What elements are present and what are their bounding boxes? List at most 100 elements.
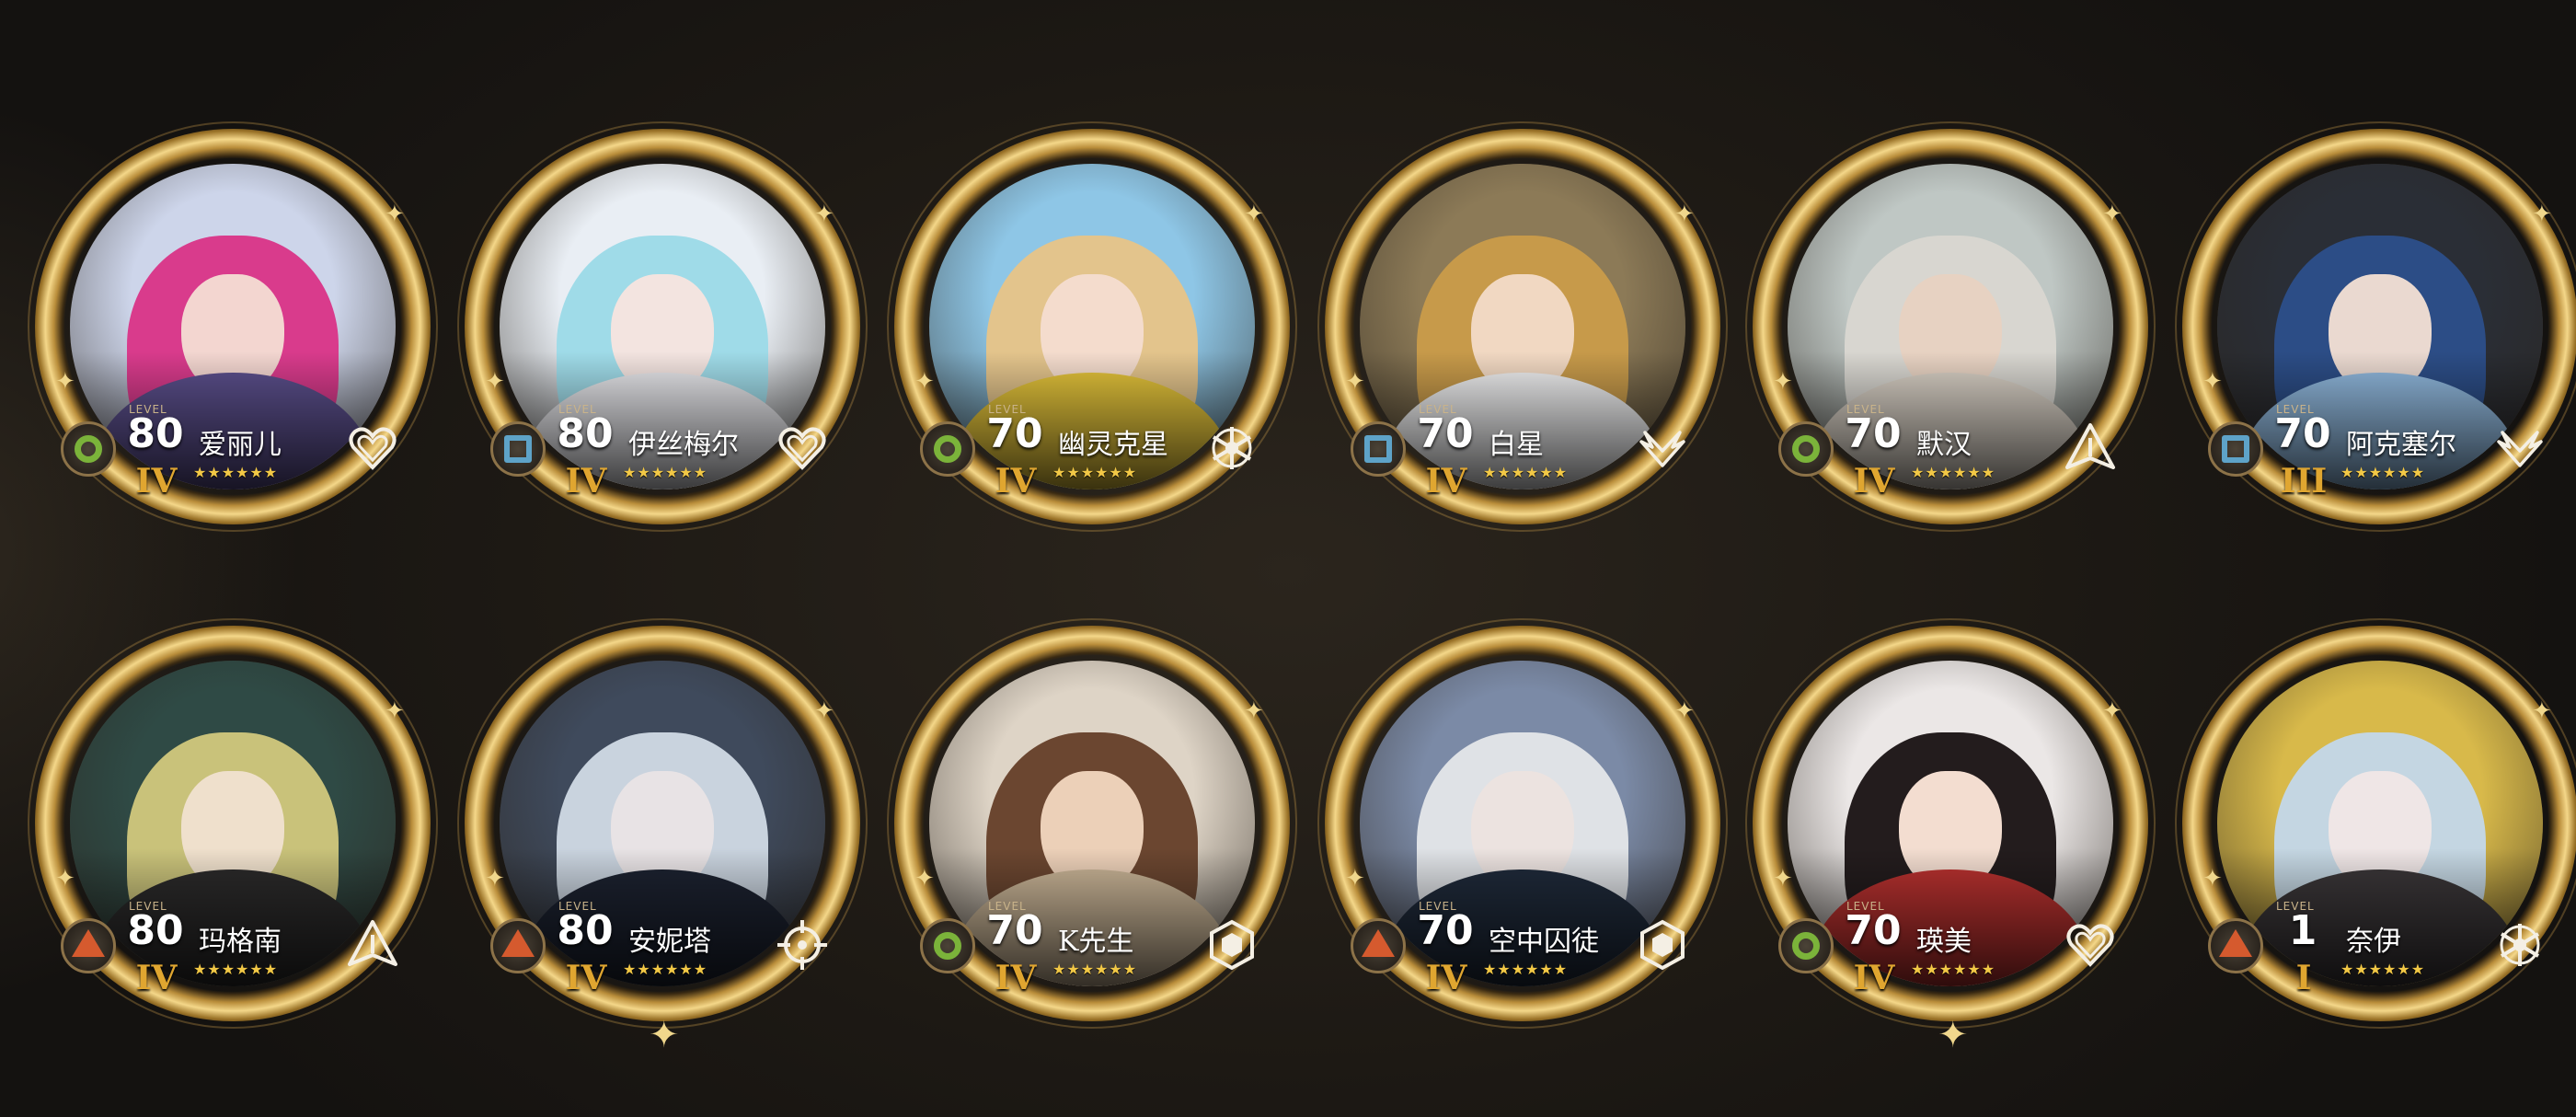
character-rank: IV (565, 462, 607, 501)
sparkle-icon: ✦ (649, 1014, 680, 1056)
character-level: 80 (557, 907, 614, 954)
green-circle-icon (1778, 421, 1834, 477)
star-rating: ★★★★★★ (1052, 961, 1138, 978)
character-rank: IV (1425, 462, 1467, 501)
green-circle-icon (920, 918, 975, 973)
character-level: 1 (2288, 907, 2317, 954)
sparkle-icon: ✦ (2102, 697, 2122, 725)
character-card[interactable]: ✦ ✦ LEVEL 70 空中囚徒 IV ★★★★★★ (1317, 618, 1728, 1029)
green-circle-icon (1778, 918, 1834, 973)
character-name: 幽灵克星 (1058, 429, 1168, 461)
sparkle-icon: ✦ (1938, 1014, 1969, 1056)
character-rank: IV (995, 959, 1037, 997)
sparkle-icon: ✦ (55, 865, 75, 892)
star-rating: ★★★★★★ (623, 961, 708, 978)
character-name: K先生 (1058, 926, 1134, 958)
star-rating: ★★★★★★ (1483, 464, 1569, 481)
sparkle-icon: ✦ (1345, 368, 1365, 396)
character-name: 阿克塞尔 (2346, 429, 2456, 461)
blue-square-icon (490, 421, 546, 477)
hexagon-emblem-icon (1634, 916, 1691, 973)
character-card[interactable]: ✦ ✦ LEVEL 1 奈伊 I ★★★★★★ (2175, 618, 2576, 1029)
sparkle-icon: ✦ (55, 368, 75, 396)
character-card[interactable]: ✦ ✦ LEVEL 70 白星 IV ★★★★★★ (1317, 121, 1728, 532)
star-rating: ★★★★★★ (1911, 961, 1996, 978)
character-card[interactable]: ✦ ✦ LEVEL 80 安妮塔 IV ★★★★★★ (457, 618, 868, 1029)
character-name: 空中囚徒 (1489, 926, 1599, 958)
character-card[interactable]: ✦ ✦ LEVEL 70 K先生 IV ★★★★★★ (887, 618, 1297, 1029)
snowflake-emblem-icon (1203, 420, 1260, 477)
character-level: 70 (1845, 410, 1902, 457)
character-card[interactable]: ✦ ✦ LEVEL 70 幽灵克星 IV ★★★★★★ (887, 121, 1297, 532)
character-name: 白星 (1489, 429, 1544, 461)
character-level: 70 (2274, 410, 2331, 457)
sparkle-icon: ✦ (814, 201, 834, 228)
star-rating: ★★★★★★ (623, 464, 708, 481)
character-level: 70 (986, 907, 1043, 954)
character-rank: IV (565, 959, 607, 997)
arrowhead-emblem-icon (2062, 420, 2119, 477)
character-rank: I (2295, 959, 2312, 997)
character-roster-grid: ✦ ✦ LEVEL 80 爱丽儿 IV ★★★★★★ ✦ ✦ LEVEL 80 伊丝梅尔 IV ★★★★★… (0, 0, 2576, 1117)
sparkle-icon: ✦ (1345, 865, 1365, 892)
sparkle-icon: ✦ (1773, 865, 1793, 892)
character-rank: III (2280, 462, 2328, 501)
star-rating: ★★★★★★ (193, 464, 279, 481)
sparkle-icon: ✦ (385, 201, 405, 228)
sparkle-icon: ✦ (385, 697, 405, 725)
heart-emblem-icon (2062, 916, 2119, 973)
sparkle-icon: ✦ (2202, 865, 2223, 892)
character-rank: IV (1853, 462, 1895, 501)
star-rating: ★★★★★★ (1911, 464, 1996, 481)
sparkle-icon: ✦ (914, 368, 935, 396)
heart-emblem-icon (344, 420, 401, 477)
character-name: 瑛美 (1916, 926, 1972, 958)
character-level: 80 (127, 907, 184, 954)
character-rank: IV (135, 959, 178, 997)
green-circle-icon (920, 421, 975, 477)
wings-emblem-icon (1634, 420, 1691, 477)
character-name: 奈伊 (2346, 926, 2401, 958)
character-level: 70 (1845, 907, 1902, 954)
star-rating: ★★★★★★ (2340, 961, 2426, 978)
character-level: 80 (557, 410, 614, 457)
character-level: 70 (986, 410, 1043, 457)
sparkle-icon: ✦ (1674, 697, 1695, 725)
hexagon-emblem-icon (1203, 916, 1260, 973)
star-rating: ★★★★★★ (2340, 464, 2426, 481)
character-name: 默汉 (1916, 429, 1972, 461)
sparkle-icon: ✦ (1244, 697, 1264, 725)
star-rating: ★★★★★★ (193, 961, 279, 978)
character-name: 玛格南 (199, 926, 282, 958)
character-card[interactable]: ✦ ✦ LEVEL 80 玛格南 IV ★★★★★★ (28, 618, 438, 1029)
character-card[interactable]: ✦ ✦ LEVEL 70 阿克塞尔 III ★★★★★★ (2175, 121, 2576, 532)
character-rank: IV (1425, 959, 1467, 997)
green-circle-icon (61, 421, 116, 477)
character-rank: IV (135, 462, 178, 501)
character-name: 伊丝梅尔 (628, 429, 739, 461)
red-triangle-icon (2208, 918, 2263, 973)
sparkle-icon: ✦ (1773, 368, 1793, 396)
sparkle-icon: ✦ (2532, 201, 2552, 228)
sparkle-icon: ✦ (914, 865, 935, 892)
character-card[interactable]: ✦ ✦ LEVEL 80 爱丽儿 IV ★★★★★★ (28, 121, 438, 532)
red-triangle-icon (490, 918, 546, 973)
crosshair-emblem-icon (774, 916, 831, 973)
blue-square-icon (2208, 421, 2263, 477)
character-card[interactable]: ✦ ✦ LEVEL 70 瑛美 IV ★★★★★★ (1745, 618, 2156, 1029)
wings-emblem-icon (2491, 420, 2548, 477)
character-rank: IV (1853, 959, 1895, 997)
sparkle-icon: ✦ (2532, 697, 2552, 725)
blue-square-icon (1351, 421, 1406, 477)
character-level: 70 (1417, 907, 1474, 954)
heart-emblem-icon (774, 420, 831, 477)
sparkle-icon: ✦ (485, 865, 505, 892)
character-card[interactable]: ✦ ✦ LEVEL 80 伊丝梅尔 IV ★★★★★★ (457, 121, 868, 532)
sparkle-icon: ✦ (1244, 201, 1264, 228)
sparkle-icon: ✦ (485, 368, 505, 396)
star-rating: ★★★★★★ (1052, 464, 1138, 481)
character-card[interactable]: ✦ ✦ LEVEL 70 默汉 IV ★★★★★★ (1745, 121, 2156, 532)
character-name: 爱丽儿 (199, 429, 282, 461)
character-name: 安妮塔 (628, 926, 711, 958)
snowflake-emblem-icon (2491, 916, 2548, 973)
